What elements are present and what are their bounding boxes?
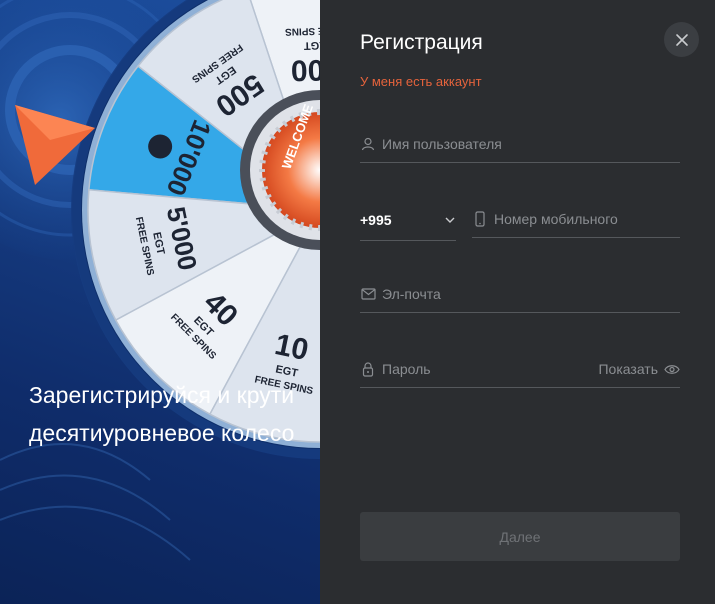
username-field[interactable] <box>360 126 680 163</box>
wheel-segment-label: FREE SPINS <box>285 24 320 37</box>
close-icon <box>675 33 688 46</box>
next-button[interactable]: Далее <box>360 512 680 561</box>
wheel-segment-value: 200 <box>290 52 320 86</box>
chevron-down-icon <box>445 217 455 223</box>
promo-headline: Зарегистрируйся и крути десятиуровневое … <box>29 382 295 446</box>
phone-input[interactable] <box>494 211 680 227</box>
registration-modal: 200 EGT FREE SPINS 500 EGT FREE SPINS 10'000 5'… <box>0 0 715 604</box>
phone-prefix-value: +995 <box>360 212 392 228</box>
page-title: Регистрация <box>360 31 483 54</box>
username-input[interactable] <box>382 136 680 152</box>
mobile-phone-icon <box>472 211 488 227</box>
password-field[interactable]: Показать <box>360 351 680 388</box>
user-icon <box>360 136 376 152</box>
registration-form: Регистрация У меня есть аккаунт +995 <box>320 0 715 604</box>
promo-panel: 200 EGT FREE SPINS 500 EGT FREE SPINS 10'000 5'… <box>0 0 320 604</box>
close-button[interactable] <box>664 22 699 57</box>
envelope-icon <box>360 286 376 302</box>
lock-icon <box>360 361 376 377</box>
phone-prefix-select[interactable]: +995 <box>360 200 456 241</box>
show-password-label: Показать <box>598 361 658 377</box>
welcome-wheel-illustration: 200EGTFREE SPINS500EGTFREE SPINS10'0005'… <box>0 0 320 561</box>
email-field[interactable] <box>360 276 680 313</box>
show-password-toggle[interactable]: Показать <box>598 361 680 377</box>
password-input[interactable] <box>382 361 599 377</box>
wheel-segment-brand: EGT <box>303 39 320 52</box>
wheel-segment-value: 10 <box>272 328 311 367</box>
have-account-link[interactable]: У меня есть аккаунт <box>360 74 482 89</box>
eye-icon <box>664 364 680 375</box>
phone-field[interactable] <box>472 201 680 238</box>
email-input[interactable] <box>382 286 680 302</box>
